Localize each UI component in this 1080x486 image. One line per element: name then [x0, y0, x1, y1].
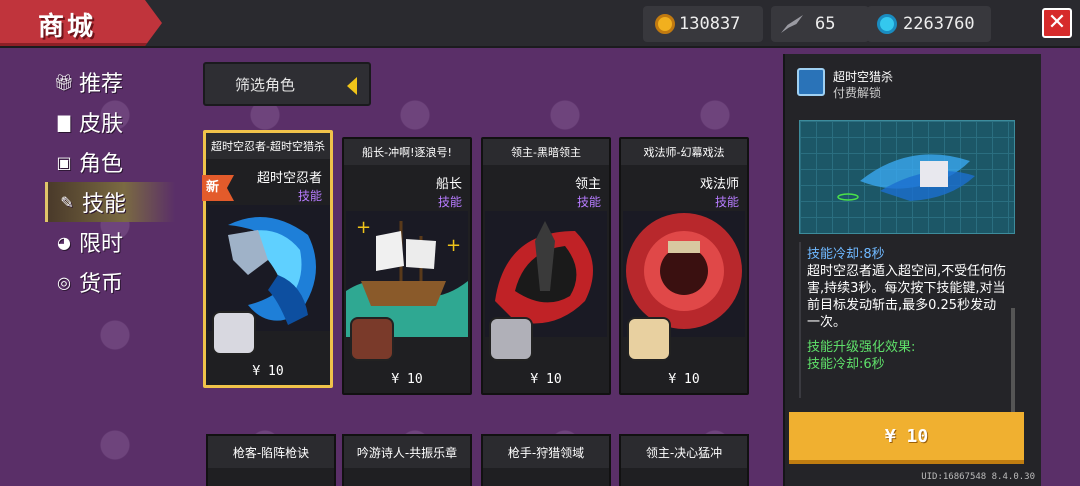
sidebar-item-characters[interactable]: ▣ 角色 [45, 142, 175, 182]
uid-label: UID:16867548 8.4.0.30 [921, 472, 1035, 482]
card-price: ¥ 10 [530, 372, 562, 387]
feather-amount: 65 [815, 14, 836, 34]
filter-label: 筛选角色 [235, 75, 296, 94]
gold-amount: 130837 [679, 14, 741, 34]
upgrade-title: 技能升级强化效果: [807, 340, 916, 355]
skill-card-lord[interactable]: 领主-黑暗领主 领主 技能 ¥ 10 [481, 137, 611, 395]
character-avatar [627, 317, 671, 361]
skill-card-chrono-ninja[interactable]: 超时空忍者-超时空猎杀 新 超时空忍者 技能 ¥ 10 [202, 130, 333, 388]
top-bar: 商城 130837 65 2263760 ✕ [0, 0, 1080, 48]
skill-description: 技能冷却:8秒 超时空忍者遁入超空间,不受任何伤害,持续3秒。每次按下技能键,对… [799, 242, 1013, 398]
sidebar-item-label: 角色 [79, 152, 124, 177]
clock-icon: ◕ [57, 232, 71, 252]
card-title: 领主-黑暗领主 [483, 139, 609, 165]
sidebar-item-recommend[interactable]: 🎁︎ 推荐 [45, 62, 175, 102]
skill-name: 超时空猎杀 [833, 70, 894, 84]
skill-card-bard[interactable]: 吟游诗人-共振乐章 [342, 434, 472, 486]
sidebar-item-label: 推荐 [79, 72, 124, 97]
feather-counter: 65 [771, 6, 869, 42]
helmet-icon: ▣ [56, 152, 72, 172]
card-title: 枪客-陷阵枪诀 [208, 436, 334, 468]
card-type: 技能 [714, 195, 739, 209]
card-title: 超时空忍者-超时空猎杀 [206, 133, 330, 159]
character-avatar [212, 311, 256, 355]
skill-detail-panel: 超时空猎杀 付费解锁 技能冷却:8秒 超时空忍者遁入超空间,不受任何伤害,持续3… [783, 54, 1041, 486]
sidebar-item-skills[interactable]: ✎ 技能 [45, 182, 175, 222]
shirt-icon: ▇ [57, 112, 71, 132]
skill-card-spearman[interactable]: 枪客-陷阵枪诀 [206, 434, 336, 486]
page-title: 商城 [38, 12, 97, 42]
skill-card-magician[interactable]: 戏法师-幻幕戏法 戏法师 技能 ¥ 10 [619, 137, 749, 395]
new-badge: 新 [202, 175, 234, 201]
skill-preview-image [799, 120, 1015, 234]
gem-icon [877, 14, 897, 34]
skill-card-lord-charge[interactable]: 领主-决心猛冲 [619, 434, 749, 486]
skill-card-gunner[interactable]: 枪手-狩猎领域 [481, 434, 611, 486]
filter-character-button[interactable]: 筛选角色 [203, 62, 371, 106]
sidebar-item-label: 限时 [79, 232, 124, 257]
card-type: 技能 [576, 195, 601, 209]
close-button[interactable]: ✕ [1042, 8, 1072, 38]
feather-icon [781, 15, 803, 33]
card-character: 超时空忍者 [256, 171, 322, 186]
category-sidebar: 🎁︎ 推荐 ▇ 皮肤 ▣ 角色 ✎ 技能 ◕ 限时 ◎ 货币 [45, 62, 175, 302]
gem-amount: 2263760 [903, 14, 975, 34]
card-title: 领主-决心猛冲 [621, 436, 747, 468]
card-type: 技能 [437, 195, 462, 209]
gem-counter: 2263760 [867, 6, 991, 42]
card-type: 技能 [297, 189, 322, 203]
gold-coin-icon [655, 14, 675, 34]
skill-icon [797, 68, 825, 96]
card-price: ¥ 10 [668, 372, 700, 387]
sidebar-item-label: 货币 [79, 272, 124, 297]
caret-left-icon [347, 77, 357, 95]
svg-text:+: + [446, 235, 461, 256]
gift-icon: 🎁︎ [53, 72, 75, 92]
character-avatar [350, 317, 394, 361]
upgrade-cooldown: 技能冷却:6秒 [807, 357, 885, 372]
sidebar-item-label: 皮肤 [79, 112, 124, 137]
unlock-method: 付费解锁 [833, 86, 882, 100]
sidebar-item-currency[interactable]: ◎ 货币 [45, 262, 175, 302]
sidebar-item-label: 技能 [82, 192, 127, 217]
sidebar-item-limited[interactable]: ◕ 限时 [45, 222, 175, 262]
skill-card-captain[interactable]: 船长-冲啊!逐浪号! 船长 技能 + + ¥ 10 [342, 137, 472, 395]
card-character: 船长 [435, 177, 462, 192]
character-avatar [489, 317, 533, 361]
card-price: ¥ 10 [252, 364, 284, 379]
card-title: 船长-冲啊!逐浪号! [344, 139, 470, 165]
card-title: 枪手-狩猎领域 [483, 436, 609, 468]
card-title: 吟游诗人-共振乐章 [344, 436, 470, 468]
buy-button[interactable]: ¥ 10 [789, 412, 1024, 464]
skill-icon: ✎ [60, 192, 74, 212]
coin-icon: ◎ [57, 272, 71, 292]
description-text: 超时空忍者遁入超空间,不受任何伤害,持续3秒。每次按下技能键,对当前目标发动斩击… [807, 264, 1007, 330]
cooldown-text: 技能冷却:8秒 [807, 247, 885, 262]
gold-counter: 130837 [643, 6, 763, 42]
sidebar-item-skins[interactable]: ▇ 皮肤 [45, 102, 175, 142]
title-tab: 商城 [0, 0, 162, 46]
card-price: ¥ 10 [391, 372, 423, 387]
card-title: 戏法师-幻幕戏法 [621, 139, 747, 165]
card-character: 戏法师 [699, 177, 739, 192]
svg-text:+: + [356, 217, 371, 238]
card-character: 领主 [574, 177, 601, 192]
